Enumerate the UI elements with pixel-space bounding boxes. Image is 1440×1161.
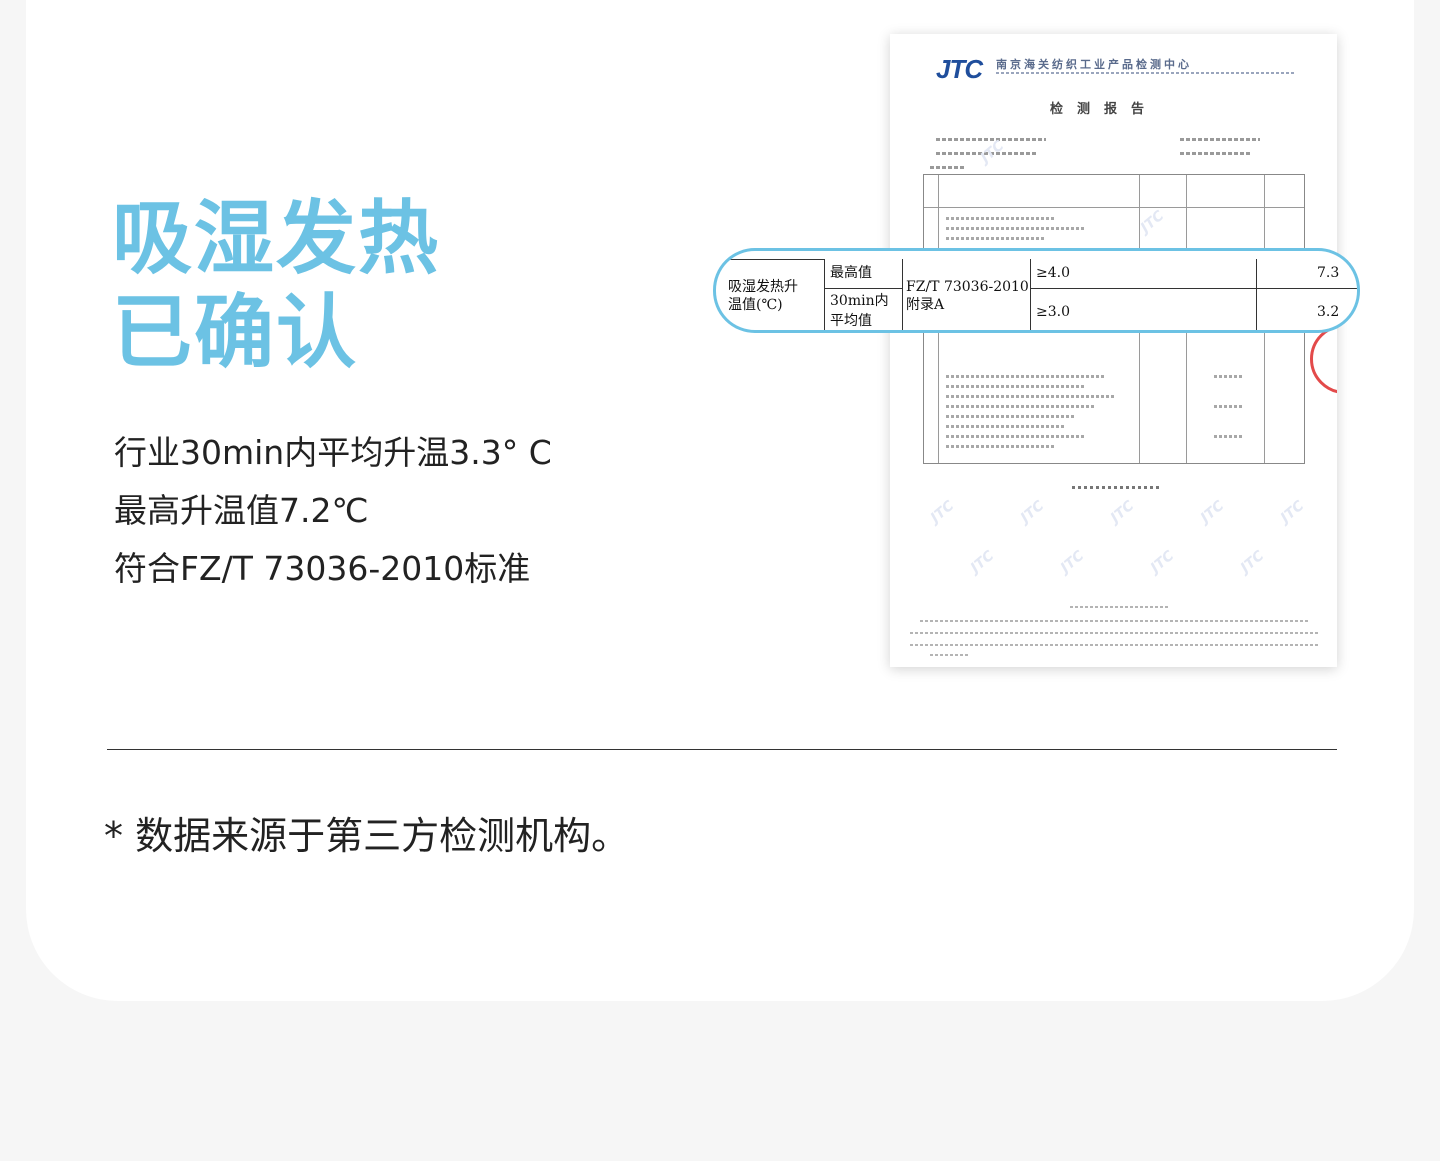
jtc-watermark: JTC	[1057, 547, 1088, 577]
table-row-text	[946, 375, 1106, 378]
metric-max-value: 最高值	[830, 265, 872, 281]
jtc-watermark: JTC	[1017, 497, 1048, 527]
report-org-name: 南京海关纺织工业产品检测中心	[996, 58, 1192, 71]
table-column-line	[1030, 259, 1031, 330]
jtc-watermark: JTC	[1197, 497, 1228, 527]
test-item-name-line-1: 吸湿发热升	[728, 279, 798, 295]
result-max: 7.3	[1317, 265, 1340, 281]
table-row-text	[946, 415, 1076, 418]
table-row-text	[946, 237, 1046, 240]
table-row-text	[946, 227, 1086, 230]
table-row-text	[946, 405, 1096, 408]
table-top-line	[724, 259, 824, 260]
highlight-table: 吸湿发热升 温值(℃) 最高值 30min内 平均值 FZ/T 73036-20…	[716, 251, 1357, 330]
jtc-watermark: JTC	[1147, 547, 1178, 577]
table-row-text	[946, 445, 1056, 448]
metric-30min-line-1: 30min内	[830, 293, 889, 309]
metric-30min-line-2: 平均值	[830, 313, 872, 329]
data-source-footnote: * 数据来源于第三方检测机构。	[104, 814, 630, 858]
jtc-watermark: JTC	[1277, 497, 1308, 527]
spec-max-temp-rise: 最高升温值7.2℃	[114, 491, 369, 530]
jtc-watermark: JTC	[1107, 497, 1138, 527]
report-footer-line	[920, 620, 1310, 622]
table-row-text	[946, 435, 1086, 438]
report-meta-line	[936, 138, 1046, 141]
test-standard-line-2: 附录A	[906, 297, 945, 313]
requirement-average: ≥3.0	[1036, 304, 1070, 320]
report-title: 检测报告	[1050, 102, 1159, 117]
red-seal-stamp	[1310, 324, 1337, 394]
table-row-text	[946, 385, 1086, 388]
table-column-line	[824, 259, 825, 330]
report-header: JTC 南京海关纺织工业产品检测中心	[936, 54, 1296, 84]
table-row-text	[1214, 405, 1242, 408]
table-row-text	[1214, 375, 1242, 378]
table-row-text	[1214, 435, 1242, 438]
table-row-line	[924, 207, 1304, 208]
report-meta-line	[930, 166, 966, 169]
requirement-max: ≥4.0	[1036, 265, 1070, 281]
test-item-name-line-2: 温值(℃)	[728, 297, 783, 313]
report-footer-line	[910, 632, 1320, 634]
test-standard-line-1: FZ/T 73036-2010	[906, 279, 1029, 295]
report-footer-line	[1070, 606, 1170, 608]
heating-result-highlight: 吸湿发热升 温值(℃) 最高值 30min内 平均值 FZ/T 73036-20…	[713, 248, 1360, 333]
jtc-watermark: JTC	[977, 137, 1008, 167]
report-meta-line	[1180, 138, 1260, 141]
table-row-text	[946, 395, 1116, 398]
spec-standard: 符合FZ/T 73036-2010标准	[114, 549, 531, 588]
result-average: 3.2	[1317, 304, 1340, 320]
table-column-line	[902, 259, 903, 330]
headline-line-2: 已确认	[112, 286, 358, 379]
table-row-text	[946, 425, 1066, 428]
jtc-logo: JTC	[936, 54, 983, 84]
section-divider	[107, 749, 1337, 750]
table-row-text	[946, 217, 1056, 220]
jtc-watermark: JTC	[1237, 547, 1268, 577]
spec-average-temp-rise: 行业30min内平均升温3.3° C	[114, 433, 552, 472]
test-report-document: JTC 南京海关纺织工业产品检测中心 检测报告 JTC JTC JTC JTC …	[890, 34, 1337, 667]
report-org-subline	[996, 72, 1296, 74]
table-row-line	[824, 288, 902, 289]
report-page-dots	[1072, 486, 1162, 489]
report-meta-line	[1180, 152, 1250, 155]
jtc-watermark: JTC	[927, 497, 958, 527]
spec-list: 行业30min内平均升温3.3° C 最高升温值7.2℃ 符合FZ/T 7303…	[114, 424, 674, 598]
headline-line-1: 吸湿发热	[112, 192, 440, 285]
report-footer-line	[930, 654, 970, 656]
jtc-watermark: JTC	[967, 547, 998, 577]
table-column-line	[1256, 259, 1257, 330]
table-row-line	[1030, 288, 1357, 289]
report-footer-line	[910, 644, 1320, 646]
headline: 吸湿发热 已确认	[112, 192, 632, 380]
